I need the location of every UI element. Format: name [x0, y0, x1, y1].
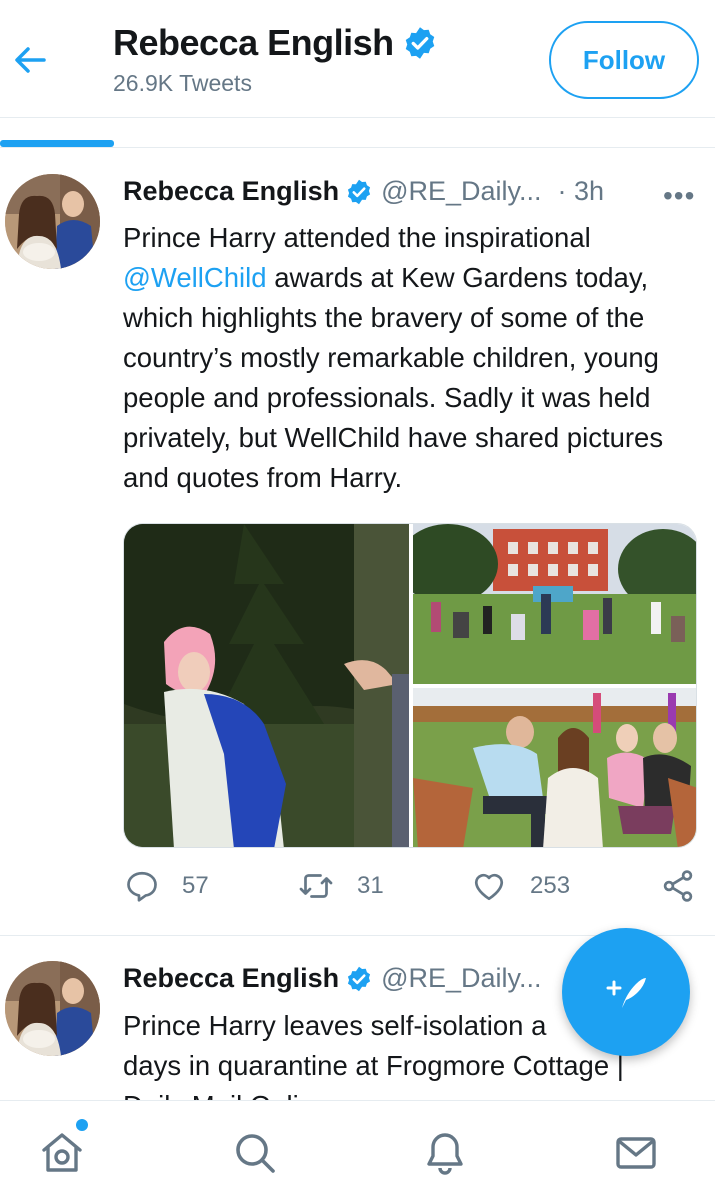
like-button[interactable]: 253 — [470, 868, 570, 904]
tweet-text-line: Daily Mail Onli... — [123, 1086, 703, 1100]
tweet-header: Rebecca English @RE_Daily... — [123, 963, 542, 994]
tweet-text-part: awards at Kew Gardens today, which highl… — [123, 262, 664, 493]
avatar-image — [5, 961, 100, 1056]
verified-badge-icon — [348, 179, 371, 204]
author-handle[interactable]: @RE_Daily... — [381, 176, 541, 207]
reply-count: 57 — [182, 872, 209, 899]
author-handle[interactable]: @RE_Daily... — [381, 963, 541, 994]
tweet-text: Prince Harry attended the inspirational … — [123, 218, 703, 498]
home-icon — [42, 1133, 82, 1172]
nav-home[interactable] — [38, 1129, 86, 1177]
share-button[interactable] — [660, 868, 715, 904]
author-name[interactable]: Rebecca English — [123, 176, 339, 207]
heart-icon — [474, 873, 504, 901]
author-name[interactable]: Rebecca English — [123, 963, 339, 994]
avatar[interactable] — [5, 174, 100, 269]
verified-badge-icon — [348, 966, 371, 991]
tweet-media-grid[interactable] — [123, 523, 697, 848]
reply-icon — [127, 871, 157, 902]
like-count: 253 — [530, 872, 571, 899]
retweet-count: 31 — [357, 872, 384, 899]
photo-3[interactable] — [413, 688, 696, 847]
retweet-button[interactable]: 31 — [297, 868, 384, 904]
bell-icon — [427, 1133, 463, 1175]
tweet-header: Rebecca English @RE_Daily... · 3h — [123, 176, 604, 207]
tweet-actions: 57 31 253 — [0, 868, 715, 914]
retweet-icon — [299, 874, 333, 898]
photo-1[interactable] — [124, 524, 409, 847]
more-options-button[interactable]: ••• — [663, 180, 695, 212]
tweet[interactable]: Rebecca English @RE_Daily... · 3h ••• Pr… — [0, 0, 715, 935]
compose-feather-icon — [606, 978, 646, 1008]
search-icon — [236, 1134, 275, 1173]
mention-link[interactable]: @WellChild — [123, 262, 267, 293]
nav-search[interactable] — [231, 1129, 279, 1177]
tweet-time[interactable]: · 3h — [558, 176, 605, 207]
share-icon — [663, 870, 693, 902]
avatar-image — [5, 174, 100, 269]
compose-tweet-button[interactable] — [562, 928, 690, 1056]
tweet-text-part: Prince Harry attended the inspirational — [123, 222, 591, 253]
avatar[interactable] — [5, 961, 100, 1056]
photo-2[interactable] — [413, 524, 696, 684]
nav-notifications[interactable] — [421, 1129, 469, 1177]
notification-dot — [76, 1119, 88, 1131]
bottom-navigation — [0, 1100, 715, 1200]
reply-button[interactable]: 57 — [124, 868, 209, 904]
mail-icon — [616, 1137, 656, 1169]
nav-messages[interactable] — [612, 1129, 660, 1177]
